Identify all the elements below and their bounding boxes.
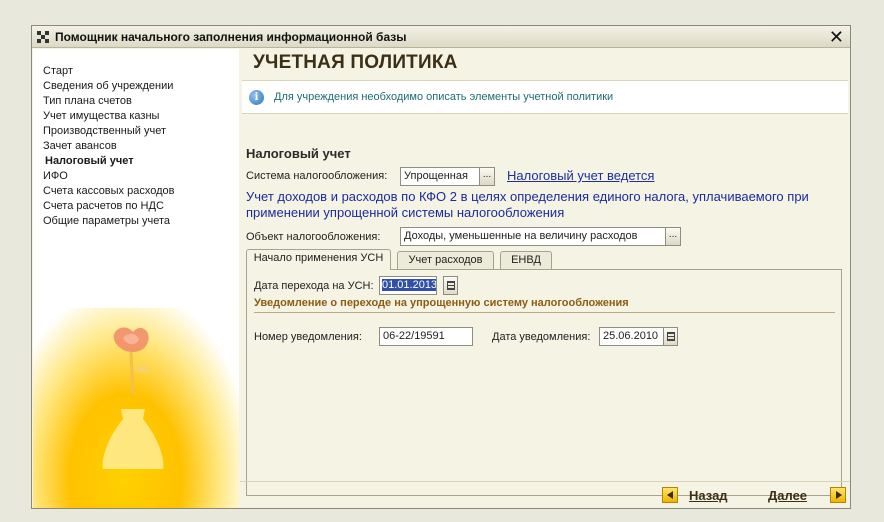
wizard-footer: Назад Далее: [240, 481, 850, 508]
notice-number-field[interactable]: 06-22/19591: [379, 327, 473, 346]
transition-date-label: Дата перехода на УСН:: [254, 280, 374, 292]
sidebar-item-production[interactable]: Производственный учет: [43, 124, 174, 139]
calendar-icon[interactable]: [663, 327, 678, 346]
notice-section-title: Уведомление о переходе на упрощенную сис…: [254, 297, 629, 309]
tax-system-select-button[interactable]: ...: [479, 167, 495, 186]
arrow-left-icon[interactable]: [662, 487, 678, 503]
sidebar: Старт Сведения об учреждении Тип плана с…: [33, 49, 239, 508]
tab-expense-accounting[interactable]: Учет расходов: [397, 251, 494, 269]
tab-panel-usn-start: Дата перехода на УСН: 01.01.2013 Уведомл…: [246, 269, 842, 496]
info-bar: i Для учреждения необходимо описать элем…: [242, 80, 848, 114]
tax-system-field[interactable]: Упрощенная: [400, 167, 480, 186]
rose-vase-icon: [102, 327, 164, 469]
notice-date-label: Дата уведомления:: [492, 331, 591, 343]
next-button[interactable]: Далее: [768, 488, 807, 503]
sidebar-item-vat-accounts[interactable]: Счета расчетов по НДС: [43, 199, 174, 214]
assistant-window: Помощник начального заполнения информаци…: [31, 25, 851, 509]
tax-accounting-link[interactable]: Налоговый учет ведется: [507, 168, 654, 183]
sidebar-item-advance-offset[interactable]: Зачет авансов: [43, 139, 174, 154]
main-content: УЧЕТНАЯ ПОЛИТИКА i Для учреждения необхо…: [240, 49, 850, 508]
section-title: Налоговый учет: [246, 146, 351, 161]
sidebar-item-ifo[interactable]: ИФО: [43, 169, 174, 184]
section-divider: [254, 312, 835, 313]
sidebar-item-tax-accounting[interactable]: Налоговый учет: [45, 154, 174, 169]
sidebar-item-treasury-property[interactable]: Учет имущества казны: [43, 109, 174, 124]
tab-envd[interactable]: ЕНВД: [500, 251, 552, 269]
tax-object-select-button[interactable]: ...: [665, 227, 681, 246]
calendar-icon[interactable]: [443, 276, 458, 295]
notice-date-field[interactable]: 25.06.2010: [599, 327, 664, 346]
transition-date-value: 01.01.2013: [382, 279, 437, 291]
tab-usn-start[interactable]: Начало применения УСН: [246, 249, 391, 270]
arrow-right-icon[interactable]: [830, 487, 846, 503]
transition-date-field[interactable]: 01.01.2013: [379, 276, 437, 295]
tax-object-label: Объект налогообложения:: [246, 231, 381, 243]
sidebar-item-general-params[interactable]: Общие параметры учета: [43, 214, 174, 229]
page-title: УЧЕТНАЯ ПОЛИТИКА: [253, 52, 458, 73]
info-icon: i: [249, 90, 264, 105]
sidebar-item-cash-expenses[interactable]: Счета кассовых расходов: [43, 184, 174, 199]
sidebar-item-start[interactable]: Старт: [43, 64, 174, 79]
wizard-steps: Старт Сведения об учреждении Тип плана с…: [43, 64, 174, 229]
window-title: Помощник начального заполнения информаци…: [55, 30, 407, 44]
checkered-flag-icon: [37, 31, 49, 43]
usn-description: Учет доходов и расходов по КФО 2 в целях…: [246, 189, 809, 220]
sidebar-item-institution-info[interactable]: Сведения об учреждении: [43, 79, 174, 94]
back-button[interactable]: Назад: [689, 488, 728, 503]
notice-number-label: Номер уведомления:: [254, 331, 362, 343]
tax-system-label: Система налогообложения:: [246, 170, 388, 182]
info-text: Для учреждения необходимо описать элемен…: [274, 91, 614, 103]
title-bar: Помощник начального заполнения информаци…: [32, 26, 850, 48]
close-icon[interactable]: ✕: [829, 27, 844, 47]
sidebar-item-chart-type[interactable]: Тип плана счетов: [43, 94, 174, 109]
tax-object-field[interactable]: Доходы, уменьшенные на величину расходов: [400, 227, 666, 246]
